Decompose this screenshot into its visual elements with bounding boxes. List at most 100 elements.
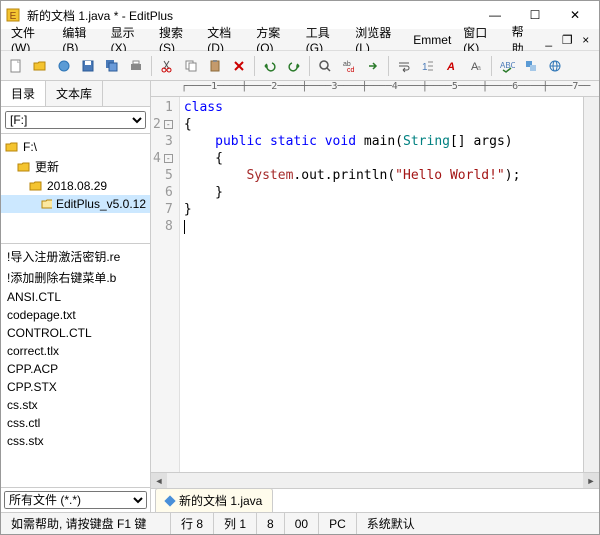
- line-number: 1: [153, 99, 173, 116]
- file-item[interactable]: css.stx: [1, 432, 150, 450]
- replace-button[interactable]: abcd: [338, 55, 360, 77]
- menu-emmet[interactable]: Emmet: [407, 31, 457, 49]
- font-button[interactable]: Aa: [465, 55, 487, 77]
- file-item[interactable]: CPP.ACP: [1, 360, 150, 378]
- spellcheck-button[interactable]: ABC: [496, 55, 518, 77]
- file-tab-label: 新的文档 1.java: [179, 492, 262, 509]
- scroll-right-button[interactable]: ►: [583, 473, 599, 489]
- mdi-restore-button[interactable]: ❐: [560, 33, 575, 47]
- svg-text:a: a: [477, 65, 481, 72]
- save-all-button[interactable]: [101, 55, 123, 77]
- fold-handle[interactable]: -: [164, 154, 173, 163]
- line-number: 6: [153, 184, 173, 201]
- scrollbar-vertical[interactable]: [583, 97, 599, 472]
- status-encoding: 系统默认: [357, 513, 599, 534]
- file-item[interactable]: !添加删除右键菜单.b: [1, 267, 150, 288]
- wordwrap-button[interactable]: [393, 55, 415, 77]
- folder-icon: [29, 179, 43, 193]
- modified-icon: [164, 495, 175, 506]
- window-title: 新的文档 1.java * - EditPlus: [27, 7, 475, 24]
- tree-label: F:\: [23, 140, 37, 154]
- tree-item[interactable]: EditPlus_v5.0.12: [1, 195, 150, 213]
- print-button[interactable]: [125, 55, 147, 77]
- file-tab-active[interactable]: 新的文档 1.java: [155, 488, 273, 512]
- toolbar: abcd 1 A Aa ABC: [1, 51, 599, 81]
- open-web-button[interactable]: [53, 55, 75, 77]
- goto-button[interactable]: [362, 55, 384, 77]
- sidebar-tab-directory[interactable]: 目录: [1, 81, 46, 106]
- file-item[interactable]: CPP.STX: [1, 378, 150, 396]
- file-filter-select[interactable]: 所有文件 (*.*): [4, 491, 147, 509]
- scroll-track[interactable]: [167, 473, 583, 488]
- find-button[interactable]: [314, 55, 336, 77]
- drive-selector[interactable]: [F:]: [5, 111, 146, 129]
- file-item[interactable]: cs.stx: [1, 396, 150, 414]
- new-file-button[interactable]: [5, 55, 27, 77]
- folder-icon: [5, 140, 19, 154]
- scrollbar-horizontal[interactable]: ◄ ►: [151, 472, 599, 488]
- line-number: 7: [153, 201, 173, 218]
- scroll-left-button[interactable]: ◄: [151, 473, 167, 489]
- undo-button[interactable]: [259, 55, 281, 77]
- tree-item[interactable]: 2018.08.29: [1, 177, 150, 195]
- linenumbers-button[interactable]: 1: [417, 55, 439, 77]
- file-item[interactable]: correct.tlx: [1, 342, 150, 360]
- tree-item[interactable]: F:\: [1, 138, 150, 156]
- svg-text:A: A: [446, 61, 455, 73]
- redo-button[interactable]: [283, 55, 305, 77]
- line-number: 5: [153, 167, 173, 184]
- status-column: 列 1: [214, 513, 257, 534]
- tree-label: 更新: [35, 158, 59, 175]
- copy-button[interactable]: [180, 55, 202, 77]
- open-file-button[interactable]: [29, 55, 51, 77]
- drive-selector-wrap: [F:]: [1, 107, 150, 134]
- code-content[interactable]: class { public static void main(String[]…: [180, 97, 525, 472]
- tree-label: EditPlus_v5.0.12: [56, 197, 146, 211]
- status-line: 行 8: [171, 513, 214, 534]
- main-body: 目录 文本库 [F:] F:\ 更新 2018.08.2: [1, 81, 599, 512]
- folder-icon: [17, 160, 31, 174]
- statusbar: 如需帮助, 请按键盘 F1 键 行 8 列 1 8 00 PC 系统默认: [1, 512, 599, 534]
- folder-tree[interactable]: F:\ 更新 2018.08.29 EditPlus_v5.0.12: [1, 134, 150, 244]
- cut-button[interactable]: [156, 55, 178, 77]
- sidebar-tab-library[interactable]: 文本库: [46, 81, 103, 106]
- line-gutter: 1 2- 3 4- 5 6 7 8: [151, 97, 180, 472]
- file-item[interactable]: ANSI.CTL: [1, 288, 150, 306]
- file-filter-wrap: 所有文件 (*.*): [1, 487, 150, 512]
- file-item[interactable]: css.ctl: [1, 414, 150, 432]
- status-total: 8: [257, 513, 285, 534]
- settings-button[interactable]: [520, 55, 542, 77]
- file-tabs: 新的文档 1.java: [151, 488, 599, 512]
- line-number: 3: [153, 133, 173, 150]
- file-item[interactable]: CONTROL.CTL: [1, 324, 150, 342]
- tree-item[interactable]: 更新: [1, 156, 150, 177]
- svg-text:ABC: ABC: [500, 61, 515, 70]
- tree-label: 2018.08.29: [47, 179, 107, 193]
- svg-text:1: 1: [422, 62, 428, 73]
- file-list[interactable]: !导入注册激活密钥.re !添加删除右键菜单.b ANSI.CTL codepa…: [1, 244, 150, 487]
- mdi-minimize-button[interactable]: _: [541, 33, 556, 47]
- sidebar-tabs: 目录 文本库: [1, 81, 150, 107]
- menubar: 文件(W) 编辑(B) 显示(X) 搜索(S) 文档(D) 方案(O) 工具(G…: [1, 29, 599, 51]
- fold-handle[interactable]: -: [164, 120, 173, 129]
- svg-text:E: E: [10, 11, 17, 22]
- mdi-close-button[interactable]: ×: [578, 33, 593, 47]
- highlight-button[interactable]: A: [441, 55, 463, 77]
- sidebar: 目录 文本库 [F:] F:\ 更新 2018.08.2: [1, 81, 151, 512]
- app-window: E 新的文档 1.java * - EditPlus — ☐ ✕ 文件(W) 编…: [0, 0, 600, 535]
- delete-button[interactable]: [228, 55, 250, 77]
- close-button[interactable]: ✕: [555, 1, 595, 29]
- line-number: 2-: [153, 116, 173, 133]
- code-editor[interactable]: 1 2- 3 4- 5 6 7 8 class { public static …: [151, 97, 599, 472]
- line-number: 8: [153, 218, 173, 235]
- save-button[interactable]: [77, 55, 99, 77]
- paste-button[interactable]: [204, 55, 226, 77]
- browser-button[interactable]: [544, 55, 566, 77]
- svg-text:cd: cd: [347, 67, 355, 74]
- app-icon: E: [5, 7, 21, 23]
- editor-area: ┌────1────┼────2────┼────3────┼────4────…: [151, 81, 599, 512]
- file-item[interactable]: !导入注册激活密钥.re: [1, 246, 150, 267]
- line-number: 4-: [153, 150, 173, 167]
- status-mode: PC: [319, 513, 357, 534]
- file-item[interactable]: codepage.txt: [1, 306, 150, 324]
